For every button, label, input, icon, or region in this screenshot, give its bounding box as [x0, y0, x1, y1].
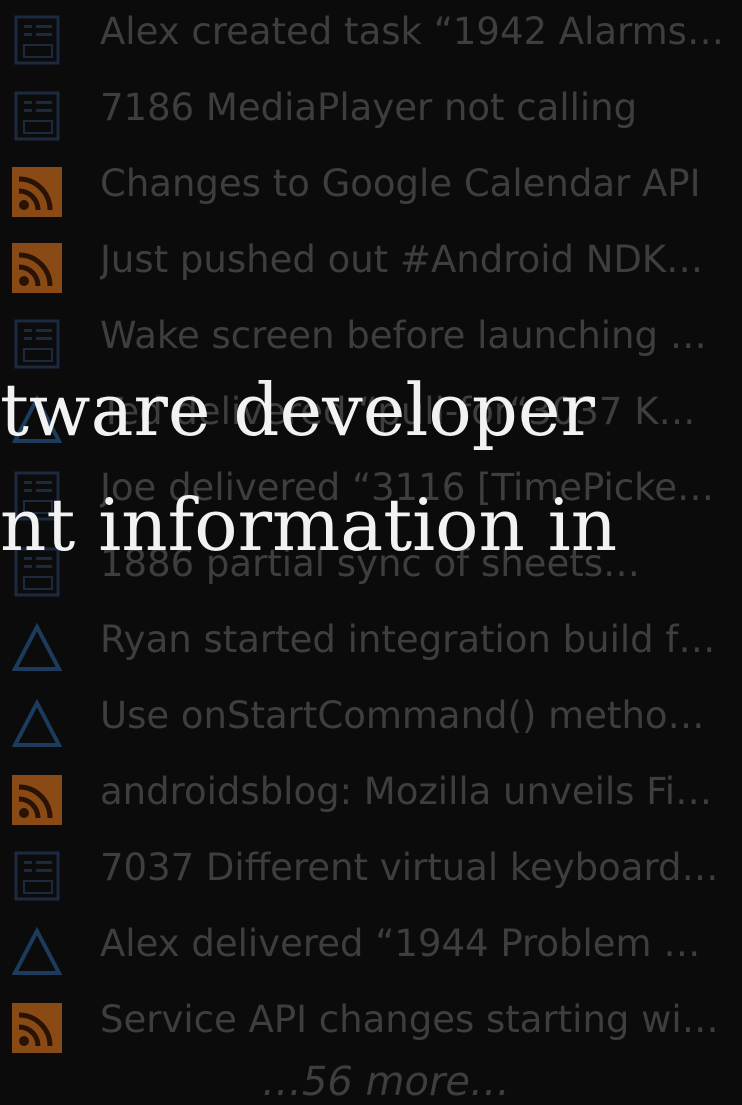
feed-item[interactable]: Changes to Google Calendar API: [0, 152, 742, 228]
overlay-caption-line-2: nt information in: [0, 480, 742, 570]
task-icon: [12, 91, 62, 141]
triangle-icon: [11, 698, 63, 749]
overlay-caption-line-1: tware developer: [0, 365, 742, 455]
rss-icon: [12, 243, 62, 293]
feed-item[interactable]: androidsblog: Mozilla unveils Fi…: [0, 760, 742, 836]
feed-item[interactable]: Service API changes starting wi…: [0, 988, 742, 1064]
overlay-caption-text-1: tware developer: [0, 368, 595, 452]
feed-item[interactable]: Use onStartCommand() metho…: [0, 684, 742, 760]
feed-item-text: 7037 Different virtual keyboard…: [100, 846, 719, 889]
task-icon: [12, 319, 62, 369]
feed-item-text: Alex created task “1942 Alarms…: [100, 10, 724, 53]
feed-item[interactable]: Alex created task “1942 Alarms…: [0, 0, 742, 76]
feed-item-text: Alex delivered “1944 Problem …: [100, 922, 701, 965]
feed-item-text: Service API changes starting wi…: [100, 998, 719, 1041]
overlay-caption-text-2: nt information in: [0, 483, 618, 567]
feed-item[interactable]: Ryan started integration build f…: [0, 608, 742, 684]
feed-item-text: Just pushed out #Android NDK…: [100, 238, 704, 281]
feed-item-text: Use onStartCommand() metho…: [100, 694, 705, 737]
more-items-link[interactable]: …56 more…: [0, 1060, 742, 1104]
triangle-icon: [11, 622, 63, 673]
task-icon: [12, 15, 62, 65]
feed-item-text: Wake screen before launching …: [100, 314, 707, 357]
rss-icon: [12, 775, 62, 825]
feed-item-text: 7186 MediaPlayer not calling: [100, 86, 638, 129]
feed-item[interactable]: Just pushed out #Android NDK…: [0, 228, 742, 304]
rss-icon: [12, 167, 62, 217]
feed-item[interactable]: 7186 MediaPlayer not calling: [0, 76, 742, 152]
triangle-icon: [11, 926, 63, 977]
feed-item-text: androidsblog: Mozilla unveils Fi…: [100, 770, 713, 813]
rss-icon: [12, 1003, 62, 1053]
feed-item[interactable]: Alex delivered “1944 Problem …: [0, 912, 742, 988]
feed-item-text: Changes to Google Calendar API: [100, 162, 701, 205]
feed-item-text: Ryan started integration build f…: [100, 618, 716, 661]
feed-item[interactable]: 7037 Different virtual keyboard…: [0, 836, 742, 912]
task-icon: [12, 851, 62, 901]
